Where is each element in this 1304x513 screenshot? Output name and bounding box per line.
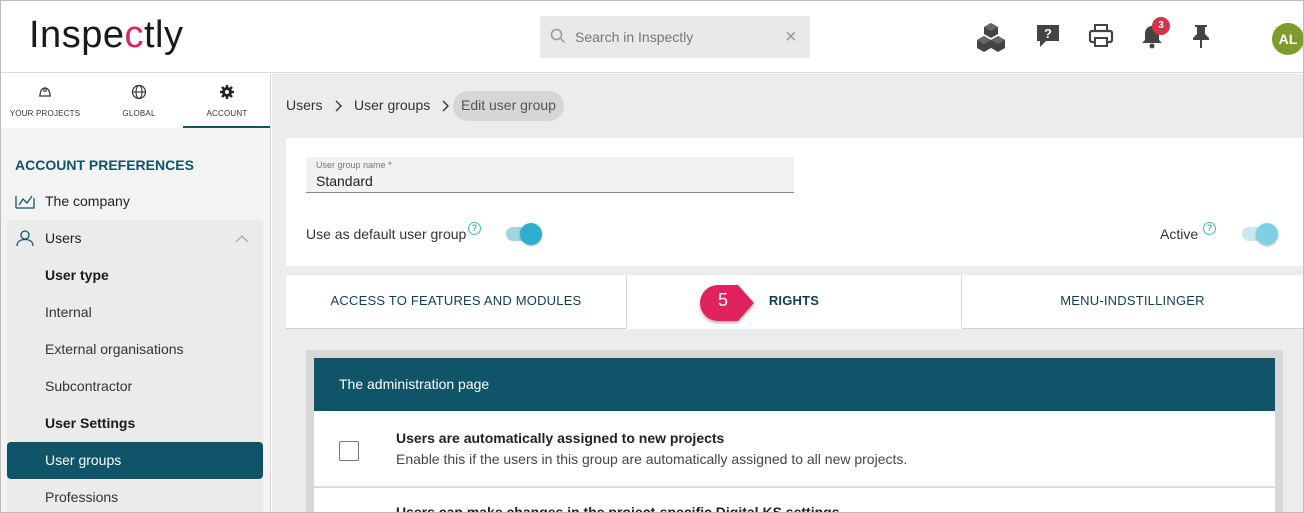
logo-text-prefix: Inspe: [29, 14, 125, 56]
sidebar-item-users[interactable]: Users: [15, 230, 82, 246]
default-group-toggle[interactable]: [506, 223, 542, 245]
logo-text-accent: c: [124, 14, 144, 56]
user-group-name-label: User group name *: [316, 160, 392, 170]
sidebar-item-user-settings[interactable]: User Settings: [45, 415, 135, 431]
app-window: Inspectly Search in Inspectly × ? 3 AL Y…: [0, 0, 1304, 513]
tab-menu-indstillinger[interactable]: MENU-INDSTILLINGER: [962, 275, 1303, 329]
tab-your-projects[interactable]: YOUR PROJECTS: [1, 74, 89, 128]
permission-row: Users are automatically assigned to new …: [314, 411, 1275, 487]
toggle-knob: [1256, 223, 1278, 245]
tab-access-to-features[interactable]: ACCESS TO FEATURES AND MODULES: [286, 275, 626, 329]
active-label: Active: [1160, 226, 1199, 242]
inspectly-logo[interactable]: Inspectly: [29, 14, 183, 57]
cubes-icon[interactable]: [975, 21, 1007, 53]
sidebar-item-external-organisations[interactable]: External organisations: [45, 341, 184, 357]
breadcrumb-current: Edit user group: [453, 91, 564, 121]
panel-title: The administration page: [339, 376, 490, 392]
toggle-knob: [520, 223, 542, 245]
section-title: ACCOUNT PREFERENCES: [15, 157, 194, 173]
help-bubble-icon[interactable]: ?: [1035, 23, 1061, 49]
clear-search-icon[interactable]: ×: [785, 26, 797, 49]
hardhat-icon: [39, 87, 51, 97]
permission-title: Users are automatically assigned to new …: [396, 430, 725, 446]
sidebar-item-company-label: The company: [45, 193, 130, 209]
chevron-right-icon: [335, 100, 342, 112]
sidebar-item-company[interactable]: The company: [15, 193, 130, 209]
company-chart-icon: [15, 195, 35, 209]
top-header: Inspectly Search in Inspectly × ? 3 AL: [1, 1, 1303, 73]
sidebar-tabs: YOUR PROJECTS GLOBAL ACCOUNT: [1, 74, 270, 128]
permission-title: Users can make changes in the project-sp…: [396, 504, 840, 513]
svg-text:?: ?: [1044, 26, 1052, 41]
panel-header: The administration page: [314, 358, 1275, 411]
user-icon: [16, 230, 34, 246]
active-toggle[interactable]: [1242, 223, 1278, 245]
notification-count-badge: 3: [1152, 17, 1170, 35]
user-group-name-field[interactable]: User group name * Standard: [306, 157, 794, 193]
permission-description: Enable this if the users in this group a…: [396, 451, 908, 467]
sidebar-item-user-groups[interactable]: User groups: [7, 442, 263, 479]
gear-icon: [220, 85, 234, 99]
search-input[interactable]: Search in Inspectly: [575, 29, 693, 45]
tab-bar: ACCESS TO FEATURES AND MODULES RIGHTS ME…: [286, 275, 1303, 329]
logo-text-suffix: tly: [143, 14, 184, 56]
rights-panel: The administration page Users are automa…: [306, 350, 1283, 513]
sidebar-item-subcontractor[interactable]: Subcontractor: [45, 378, 132, 394]
globe-icon: [131, 84, 147, 100]
sidebar-item-internal[interactable]: Internal: [45, 304, 92, 320]
permission-row: Users can make changes in the project-sp…: [314, 488, 1275, 513]
tab-account-label: ACCOUNT: [206, 109, 248, 118]
tab-rights[interactable]: RIGHTS: [626, 275, 962, 329]
chevron-up-icon[interactable]: [235, 235, 249, 243]
sidebar-item-user-groups-label: User groups: [45, 452, 122, 468]
user-avatar[interactable]: AL: [1272, 23, 1303, 55]
printer-icon[interactable]: [1088, 23, 1114, 49]
pin-icon[interactable]: [1189, 23, 1213, 49]
default-group-label: Use as default user group: [306, 226, 467, 242]
breadcrumb-user-groups[interactable]: User groups: [354, 97, 430, 113]
help-icon[interactable]: ?: [468, 222, 481, 235]
sidebar-item-user-type[interactable]: User type: [45, 267, 109, 283]
main-content: Users User groups Edit user group User g…: [272, 74, 1303, 513]
tab-global-label: GLOBAL: [122, 109, 156, 118]
user-group-name-value[interactable]: Standard: [316, 173, 373, 189]
breadcrumb-users[interactable]: Users: [286, 97, 323, 113]
tab-account[interactable]: ACCOUNT: [183, 74, 270, 128]
help-icon[interactable]: ?: [1203, 222, 1216, 235]
chevron-right-icon: [442, 100, 449, 112]
sidebar-item-professions[interactable]: Professions: [45, 489, 118, 505]
search-icon: [550, 28, 566, 44]
user-group-form: User group name * Standard Use as defaul…: [286, 138, 1303, 266]
step-callout-number: 5: [718, 290, 729, 310]
sidebar-item-users-label: Users: [45, 230, 82, 246]
auto-assign-checkbox[interactable]: [339, 441, 359, 461]
tab-global[interactable]: GLOBAL: [95, 74, 183, 128]
sidebar: YOUR PROJECTS GLOBAL ACCOUNT ACCOUNT PRE…: [1, 74, 271, 512]
tab-your-projects-label: YOUR PROJECTS: [9, 109, 81, 118]
search-box[interactable]: Search in Inspectly ×: [540, 16, 810, 58]
